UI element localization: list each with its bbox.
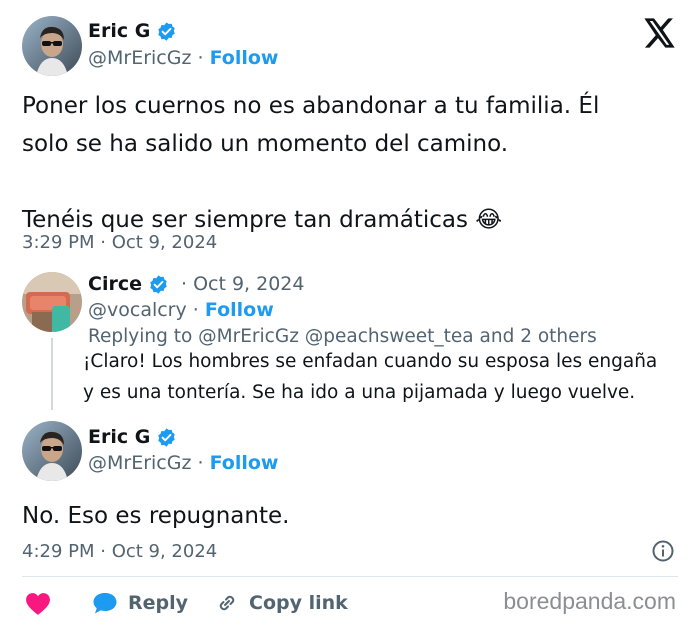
tears-of-joy-emoji-icon: 😂	[475, 207, 503, 233]
avatar[interactable]	[22, 16, 82, 76]
author-name[interactable]: Eric G	[88, 426, 150, 448]
follow-button[interactable]: Follow	[205, 299, 274, 321]
tweet-text-line: Poner los cuernos no es abandonar a tu f…	[22, 93, 600, 119]
reply-button[interactable]: Reply	[92, 591, 188, 615]
info-icon[interactable]	[651, 539, 675, 563]
author-handle[interactable]: @vocalcry	[88, 299, 187, 321]
author-handle[interactable]: @MrEricGz	[88, 47, 191, 69]
separator-dot: ·	[197, 47, 210, 69]
like-button[interactable]	[25, 592, 51, 616]
avatar[interactable]	[22, 421, 82, 481]
author-name[interactable]: Circe	[88, 273, 142, 295]
link-icon	[219, 595, 235, 611]
quoted-tweet-text: ¡Claro! Los hombres se enfadan cuando su…	[83, 346, 693, 408]
tweet-text: Poner los cuernos no es abandonar a tu f…	[22, 87, 682, 239]
tweet-text: No. Eso es repugnante.	[22, 503, 290, 529]
reply-label[interactable]: Reply	[128, 592, 188, 614]
tweet-text-line: solo se ha salido un momento del camino.	[22, 131, 509, 157]
author-handle[interactable]: @MrEricGz	[88, 452, 191, 474]
verified-badge-icon	[158, 21, 176, 41]
reply-bubble-icon	[93, 593, 117, 614]
tweet-text-line: Tenéis que ser siempre tan dramáticas	[22, 207, 468, 233]
divider	[22, 576, 678, 577]
tweet-timestamp[interactable]: 4:29 PM · Oct 9, 2024	[22, 541, 217, 562]
heart-icon	[26, 593, 50, 615]
tweet-date[interactable]: · Oct 9, 2024	[181, 273, 305, 295]
copy-link-label[interactable]: Copy link	[249, 592, 348, 614]
thread-line	[51, 338, 53, 410]
separator-dot: ·	[197, 452, 210, 474]
follow-button[interactable]: Follow	[210, 47, 279, 69]
watermark: boredpanda.com	[503, 588, 676, 614]
copy-link-button[interactable]: Copy link	[215, 591, 348, 615]
replying-to[interactable]: Replying to @MrEricGz @peachsweet_tea an…	[88, 326, 597, 347]
avatar[interactable]	[22, 272, 82, 332]
author-name[interactable]: Eric G	[88, 20, 150, 42]
verified-badge-icon	[150, 274, 167, 294]
follow-button[interactable]: Follow	[210, 452, 279, 474]
tweet-timestamp[interactable]: 3:29 PM · Oct 9, 2024	[22, 232, 217, 253]
separator-dot: ·	[192, 299, 205, 321]
verified-badge-icon	[158, 427, 176, 447]
tweet-text-line: ¡Claro! Los hombres se enfadan cuando su…	[83, 351, 658, 372]
tweet-text-line: y es una tontería. Se ha ido a una pijam…	[83, 382, 636, 403]
x-logo-icon[interactable]	[644, 18, 676, 50]
